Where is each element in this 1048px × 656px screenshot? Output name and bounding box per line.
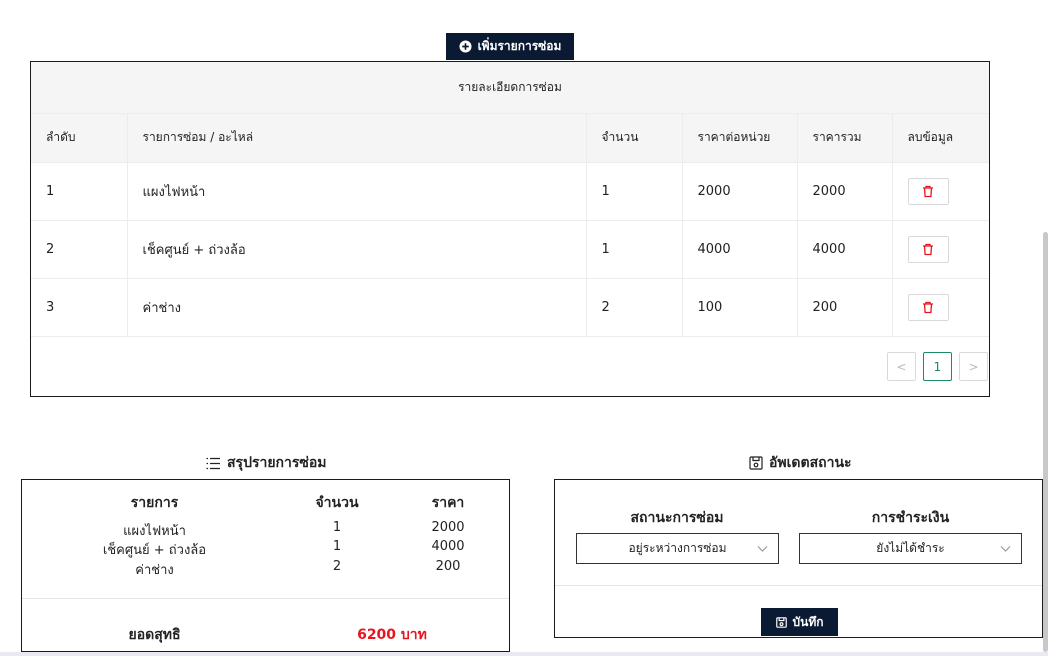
- status-panel: สถานะการซ่อม การชำระเงิน อยู่ระหว่างการซ…: [554, 479, 1043, 638]
- add-repair-item-label: เพิ่มรายการซ่อม: [477, 39, 562, 53]
- trash-icon: [923, 243, 933, 255]
- summary-item-qty: 1: [332, 520, 342, 535]
- chevron-down-icon: [757, 546, 768, 552]
- status-heading: อัพเดตสถานะ: [749, 452, 852, 474]
- summary-header-item: รายการ: [130, 495, 179, 511]
- summary-header-price: ราคา: [431, 495, 465, 511]
- column-header-item: รายการซ่อม / อะไหล่: [127, 114, 587, 163]
- row-qty: 1: [586, 162, 683, 221]
- summary-item-qty: 1: [332, 539, 342, 554]
- repair-status-value: อยู่ระหว่างการซ่อม: [628, 541, 727, 555]
- delete-row-button[interactable]: [907, 177, 949, 205]
- summary-item-price: 200: [435, 559, 461, 574]
- repair-details-title: รายละเอียดการซ่อม: [31, 62, 989, 114]
- table-row: 2 เช็คศูนย์ + ถ่วงล้อ 1 4000 4000: [31, 220, 989, 279]
- summary-header-row: รายการ จำนวน ราคา: [22, 492, 509, 514]
- row-total: 200: [797, 278, 893, 337]
- net-total-value: 6200 บาท: [357, 627, 427, 643]
- pagination: < 1 >: [887, 352, 989, 381]
- delete-row-button[interactable]: [907, 293, 949, 321]
- summary-item-row: ค่าช่าง 2 200: [22, 559, 509, 580]
- table-row: 1 แผงไฟหน้า 1 2000 2000: [31, 162, 989, 221]
- list-icon: [206, 457, 220, 469]
- chevron-left-icon: <: [896, 359, 907, 374]
- repair-status-select[interactable]: อยู่ระหว่างการซ่อม: [576, 533, 779, 564]
- summary-panel: รายการ จำนวน ราคา แผงไฟหน้า 1 2000 เช็คศ…: [21, 479, 510, 652]
- status-heading-text: อัพเดตสถานะ: [769, 455, 852, 471]
- row-unit-price: 100: [682, 278, 798, 337]
- page-scrollbar[interactable]: [1043, 232, 1048, 652]
- row-qty: 1: [586, 220, 683, 279]
- summary-item-qty: 2: [332, 559, 342, 574]
- summary-item-name: ค่าช่าง: [135, 563, 174, 578]
- chevron-down-icon: [1000, 546, 1011, 552]
- column-header-no: ลำดับ: [31, 114, 128, 163]
- save-icon: [749, 456, 763, 470]
- row-unit-price: 4000: [682, 220, 798, 279]
- save-icon: [775, 616, 787, 628]
- trash-icon: [923, 185, 933, 197]
- summary-item-name: แผงไฟหน้า: [123, 524, 186, 539]
- plus-circle-icon: [459, 40, 472, 53]
- bottom-strip: [0, 652, 1048, 656]
- repair-details-panel: รายละเอียดการซ่อม ลำดับ รายการซ่อม / อะไ…: [30, 61, 990, 397]
- net-total-label: ยอดสุทธิ: [128, 627, 181, 643]
- column-header-delete: ลบข้อมูล: [892, 114, 989, 163]
- summary-item-row: แผงไฟหน้า 1 2000: [22, 520, 509, 541]
- trash-icon: [923, 301, 933, 313]
- row-item: ค่าช่าง: [127, 278, 587, 337]
- repair-details-table: ลำดับ รายการซ่อม / อะไหล่ จำนวน ราคาต่อห…: [31, 114, 989, 337]
- summary-item-price: 4000: [431, 539, 465, 554]
- save-button[interactable]: บันทึก: [761, 608, 838, 636]
- row-item: แผงไฟหน้า: [127, 162, 587, 221]
- column-header-qty: จำนวน: [586, 114, 683, 163]
- payment-label: การชำระเงิน: [871, 510, 950, 526]
- status-divider: [555, 585, 1042, 586]
- payment-status-select[interactable]: ยังไม่ได้ชำระ: [799, 533, 1022, 564]
- save-button-label: บันทึก: [792, 614, 824, 629]
- summary-header-qty: จำนวน: [315, 495, 359, 511]
- page-1-button[interactable]: 1: [923, 352, 952, 381]
- delete-row-button[interactable]: [907, 235, 949, 263]
- table-row: 3 ค่าช่าง 2 100 200: [31, 278, 989, 337]
- row-qty: 2: [586, 278, 683, 337]
- row-no: 2: [31, 220, 128, 279]
- column-header-unit-price: ราคาต่อหน่วย: [682, 114, 798, 163]
- row-total: 4000: [797, 220, 893, 279]
- table-header-row: ลำดับ รายการซ่อม / อะไหล่ จำนวน ราคาต่อห…: [31, 114, 989, 163]
- summary-item-row: เช็คศูนย์ + ถ่วงล้อ 1 4000: [22, 539, 509, 560]
- column-header-total: ราคารวม: [797, 114, 893, 163]
- summary-heading-text: สรุปรายการซ่อม: [227, 455, 327, 471]
- row-no: 3: [31, 278, 128, 337]
- payment-status-value: ยังไม่ได้ชำระ: [876, 541, 945, 555]
- summary-item-price: 2000: [431, 520, 465, 535]
- summary-divider: [22, 598, 509, 599]
- prev-page-button[interactable]: <: [887, 352, 916, 381]
- repair-status-label: สถานะการซ่อม: [630, 510, 724, 526]
- row-unit-price: 2000: [682, 162, 798, 221]
- row-item: เช็คศูนย์ + ถ่วงล้อ: [127, 220, 587, 279]
- row-total: 2000: [797, 162, 893, 221]
- add-repair-item-button[interactable]: เพิ่มรายการซ่อม: [446, 33, 574, 60]
- summary-heading: สรุปรายการซ่อม: [206, 452, 327, 474]
- summary-item-name: เช็คศูนย์ + ถ่วงล้อ: [102, 543, 207, 558]
- next-page-button[interactable]: >: [959, 352, 988, 381]
- row-no: 1: [31, 162, 128, 221]
- chevron-right-icon: >: [968, 359, 979, 374]
